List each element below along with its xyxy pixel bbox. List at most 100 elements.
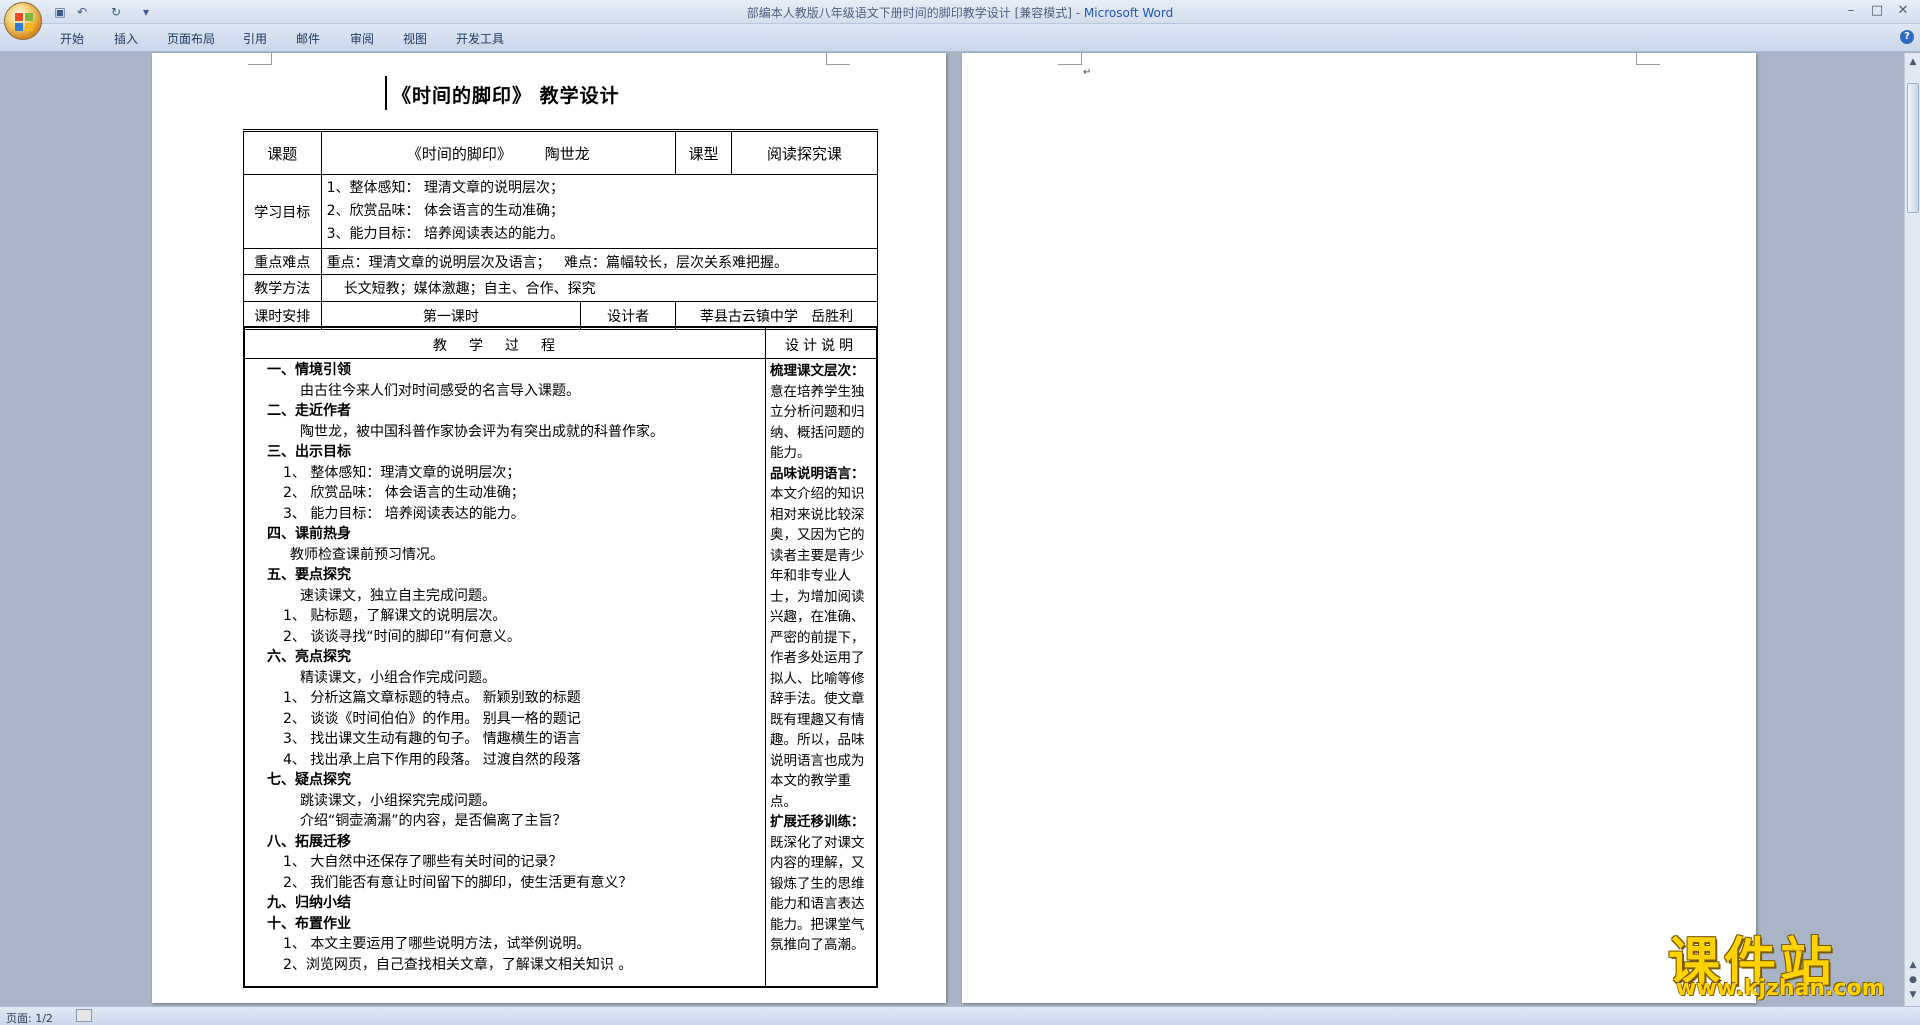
focus-label: 重点难点 — [243, 248, 322, 275]
process-section-heading: 九、归纳小结 — [267, 895, 351, 911]
language-icon[interactable] — [76, 1009, 92, 1022]
design-note-line: 能力。把课堂气 — [770, 916, 865, 933]
design-note-line: 立分析问题和归 — [770, 404, 865, 420]
column-divider — [765, 328, 766, 986]
process-line: 2、 谈谈《时间伯伯》的作用。 别具一格的题记 — [283, 710, 581, 727]
scroll-up-icon[interactable]: ▲ — [1906, 55, 1920, 69]
method-label: 教学方法 — [243, 274, 322, 302]
paragraph-mark-icon: ↵ — [1083, 67, 1092, 78]
text-cursor — [385, 76, 387, 110]
process-line: 陶世龙，被中国科普作家协会评为有突出成就的科普作家。 — [300, 423, 664, 440]
window-title: 部编本人教版八年级语文下册时间的脚印教学设计 [兼容模式] - Microsof… — [0, 4, 1920, 21]
design-note-line: 氛推向了高潮。 — [770, 937, 865, 953]
crop-mark-tl — [1058, 53, 1082, 65]
process-line: 3、 能力目标： 培养阅读表达的能力。 — [283, 505, 525, 522]
process-line: 由古往今来人们对时间感受的名言导入课题。 — [300, 382, 580, 399]
tab-insert[interactable]: 插入 — [114, 30, 138, 47]
design-note-line: 奥，又因为它的 — [770, 527, 865, 543]
close-icon[interactable]: ✕ — [1890, 2, 1916, 20]
minimize-icon[interactable]: – — [1838, 2, 1864, 20]
tab-references[interactable]: 引用 — [243, 30, 267, 47]
title-bar: ▣ ↶ ↻ ▾ 部编本人教版八年级语文下册时间的脚印教学设计 [兼容模式] - … — [0, 0, 1920, 24]
design-note-line: 能力和语言表达 — [770, 896, 865, 912]
office-button[interactable] — [4, 2, 42, 40]
page-2[interactable]: ↵ — [962, 53, 1756, 1003]
method-value[interactable]: 长文短教；媒体激趣；自主、合作、探究 — [320, 274, 879, 302]
design-note-line: 兴趣，在准确、 — [770, 609, 865, 625]
process-line: 精读课文，小组合作完成问题。 — [300, 669, 496, 686]
design-note-line: 拟人、比喻等修 — [770, 670, 865, 687]
design-note-line: 意在培养学生独 — [770, 383, 865, 400]
process-section-heading: 五、要点探究 — [267, 567, 351, 583]
goals-label: 学习目标 — [243, 174, 322, 249]
app-title: Microsoft Word — [1083, 6, 1174, 20]
vertical-scrollbar[interactable]: ▲ ▲ ● ▼ — [1904, 53, 1920, 1006]
teaching-process-table: 教学过程 设计说明 一、情境引领 由古往今来人们对时间感受的名言导入课题。 二、走近… — [243, 326, 878, 988]
topic-label: 课题 — [243, 129, 322, 175]
design-note-heading: 品味说明语言： — [770, 465, 865, 482]
design-note-line: 相对来说比较深 — [770, 506, 865, 523]
process-header: 教学过程 — [433, 338, 577, 354]
design-note-line: 读者主要是青少 — [770, 547, 865, 564]
design-note-line: 严密的前提下， — [770, 629, 865, 646]
goal-item: 3、能力目标： 培养阅读表达的能力。 — [326, 226, 564, 242]
next-page-icon[interactable]: ▼ — [1906, 988, 1920, 1002]
process-section-heading: 四、课前热身 — [267, 526, 351, 542]
lesson-info-table: 课题 《时间的脚印》 陶世龙 课型 阅读探究课 学习目标 1、整体感知： 理清文… — [243, 129, 879, 330]
design-note-line: 作者多处运用了 — [770, 650, 865, 666]
focus-value[interactable]: 重点：理清文章的说明层次及语言； 难点：篇幅较长，层次关系难把握。 — [320, 248, 879, 275]
process-line: 1、 本文主要运用了哪些说明方法，试举例说明。 — [283, 936, 591, 952]
help-icon[interactable]: ? — [1900, 30, 1914, 44]
goals-cell[interactable]: 1、整体感知： 理清文章的说明层次； 2、欣赏品味： 体会语言的生动准确； 3、… — [320, 174, 879, 249]
process-line: 1、 分析这篇文章标题的特点。 新颖别致的标题 — [283, 690, 581, 706]
process-line: 2、 欣赏品味： 体会语言的生动准确； — [283, 485, 525, 501]
design-note-line: 锻炼了生的思维 — [770, 875, 865, 892]
scrollbar-thumb[interactable] — [1907, 83, 1919, 213]
design-note-line: 既有理趣又有情 — [770, 711, 865, 728]
process-line: 1、 贴标题，了解课文的说明层次。 — [283, 608, 507, 624]
crop-mark-tl — [248, 53, 272, 65]
process-content[interactable]: 一、情境引领由古往今来人们对时间感受的名言导入课题。二、走近作者陶世龙，被中国科… — [245, 360, 765, 975]
design-notes[interactable]: 梳理课文层次： 意在培养学生独 立分析问题和归 纳、概括问题的 能力。品味说明语言： 本文… — [770, 361, 872, 956]
process-section-heading: 六、亮点探究 — [267, 649, 351, 665]
document-title: 部编本人教版八年级语文下册时间的脚印教学设计 [兼容模式] - — [746, 6, 1084, 20]
prev-page-icon[interactable]: ▲ — [1906, 958, 1920, 972]
crop-mark-tr — [826, 53, 850, 65]
process-section-heading: 一、情境引领 — [267, 362, 351, 378]
process-line: 3、 找出课文生动有趣的句子。 情趣横生的语言 — [283, 731, 581, 747]
process-line: 2、 我们能否有意让时间留下的脚印，使生活更有意义？ — [283, 874, 633, 891]
select-browse-icon[interactable]: ● — [1906, 973, 1920, 987]
process-line: 1、 整体感知：理清文章的说明层次； — [283, 464, 521, 481]
process-section-heading: 二、走近作者 — [267, 403, 351, 419]
design-note-line: 本文的教学重 — [770, 773, 851, 789]
tab-mailings[interactable]: 邮件 — [296, 30, 320, 47]
document-heading[interactable]: 《时间的脚印》 教学设计 — [392, 81, 620, 108]
process-line: 2、浏览网页，自己查找相关文章，了解课文相关知识 。 — [283, 956, 633, 973]
goal-item: 2、欣赏品味： 体会语言的生动准确； — [326, 203, 564, 219]
process-line: 跳读课文，小组探究完成问题。 — [300, 792, 496, 809]
topic-cell[interactable]: 《时间的脚印》 陶世龙 — [320, 129, 677, 175]
design-note-line: 辞手法。使文章 — [770, 691, 865, 707]
process-line: 速读课文，独立自主完成问题。 — [300, 587, 496, 604]
type-value: 阅读探究课 — [731, 129, 878, 175]
page-indicator[interactable]: 页面: 1/2 — [6, 1010, 53, 1025]
process-line: 介绍“铜壶滴漏”的内容，是否偏离了主旨？ — [300, 813, 567, 829]
process-section-heading: 八、拓展迁移 — [267, 833, 351, 850]
process-line: 2、 谈谈寻找“时间的脚印”有何意义。 — [283, 628, 521, 645]
design-note-heading: 梳理课文层次： — [770, 363, 865, 379]
maximize-icon[interactable]: □ — [1864, 2, 1890, 20]
tab-review[interactable]: 审阅 — [350, 30, 374, 47]
process-section-heading: 十、布置作业 — [267, 915, 351, 932]
tab-view[interactable]: 视图 — [403, 30, 427, 47]
process-line: 教师检查课前预习情况。 — [290, 546, 444, 563]
watermark-url: www.kjzhan.com — [1676, 976, 1885, 1001]
design-note-line: 趣。所以，品味 — [770, 732, 865, 748]
tab-home[interactable]: 开始 — [60, 30, 84, 47]
ribbon-tab-bar: 开始 插入 页面布局 引用 邮件 审阅 视图 开发工具 ? — [0, 24, 1920, 52]
tab-page-layout[interactable]: 页面布局 — [167, 30, 215, 47]
type-label: 课型 — [675, 129, 733, 175]
tab-developer[interactable]: 开发工具 — [456, 30, 504, 47]
design-note-line: 能力。 — [770, 445, 811, 461]
design-note-line: 纳、概括问题的 — [770, 424, 865, 441]
page-1: 《时间的脚印》 教学设计 课题 《时间的脚印》 陶世龙 课型 阅读探究课 学习目… — [152, 53, 946, 1003]
